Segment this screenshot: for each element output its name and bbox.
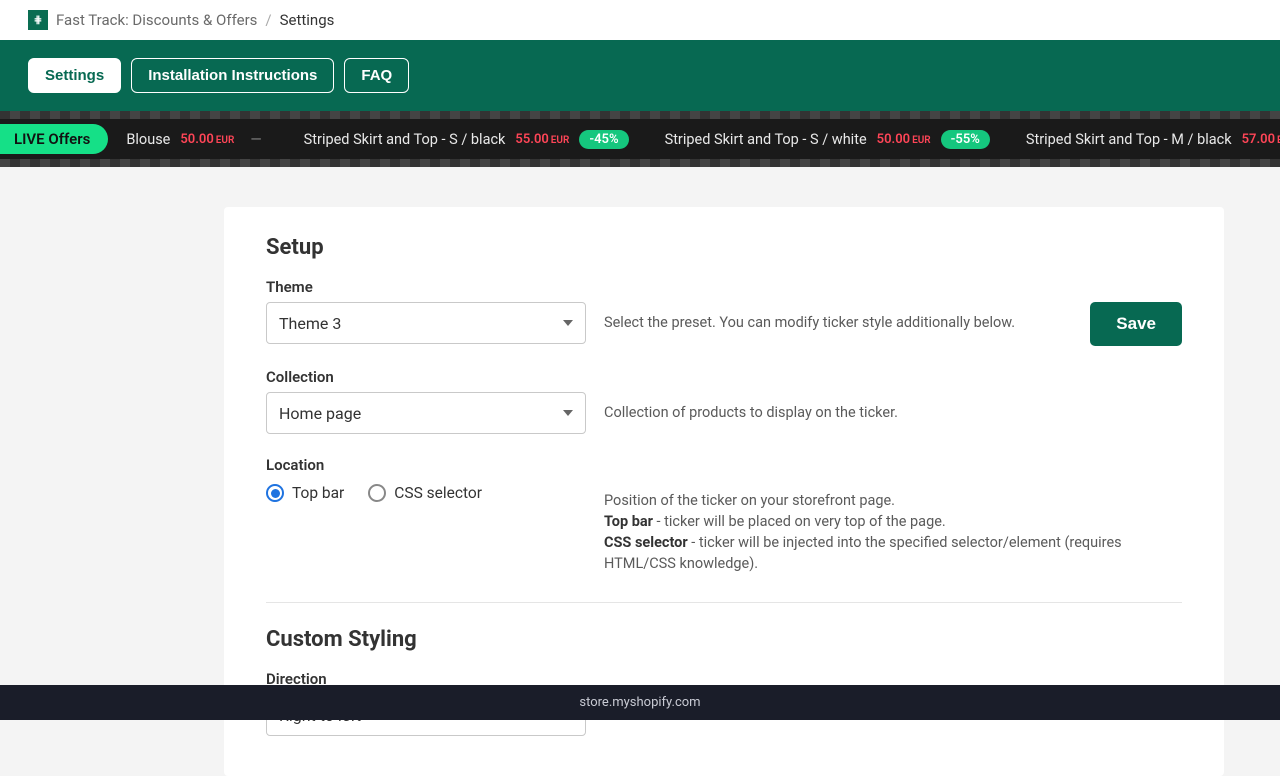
app-icon: ⋕: [28, 10, 48, 30]
ticker-item-price: 50.00EUR: [877, 132, 931, 147]
location-hint: Position of the ticker on your storefron…: [604, 480, 1164, 574]
radio-icon: [368, 484, 386, 502]
ticker-item-name: Striped Skirt and Top - S / white: [665, 131, 867, 148]
ticker-item: Blouse 50.00EUR —: [108, 131, 285, 148]
ticker-item-name: Striped Skirt and Top - M / black: [1026, 131, 1232, 148]
theme-select[interactable]: Theme 3: [266, 302, 586, 344]
collection-select[interactable]: Home page: [266, 392, 586, 434]
ticker-preview: LIVE Offers Blouse 50.00EUR — Striped Sk…: [0, 111, 1280, 167]
breadcrumb-separator: /: [265, 11, 271, 29]
ticker-item-name: Blouse: [126, 131, 170, 148]
ticker-item-price: 57.00EUR: [1242, 132, 1280, 147]
ticker-separator: —: [244, 131, 267, 148]
location-radio-topbar[interactable]: Top bar: [266, 484, 344, 502]
ticker-item: Striped Skirt and Top - S / black 55.00E…: [286, 130, 647, 149]
ticker-strip: LIVE Offers Blouse 50.00EUR — Striped Sk…: [0, 119, 1280, 159]
ticker-item-price: 55.00EUR: [515, 132, 569, 147]
footer: store.myshopify.com: [0, 685, 1280, 720]
ticker-item: Striped Skirt and Top - M / black 57.00E…: [1008, 130, 1280, 149]
live-offers-badge: LIVE Offers: [0, 124, 108, 154]
tab-faq[interactable]: FAQ: [344, 58, 409, 93]
tab-installation[interactable]: Installation Instructions: [131, 58, 334, 93]
footer-domain: store.myshopify.com: [579, 695, 700, 710]
save-button[interactable]: Save: [1090, 302, 1182, 346]
radio-icon: [266, 484, 284, 502]
breadcrumb-current: Settings: [280, 11, 335, 29]
ticker-item-discount: -45%: [579, 130, 628, 149]
theme-select-value: Theme 3: [279, 314, 341, 333]
ticker-item-price: 50.00EUR: [180, 132, 234, 147]
collection-label: Collection: [266, 368, 1182, 386]
location-label: Location: [266, 456, 1182, 474]
collection-select-value: Home page: [279, 404, 361, 423]
collection-hint: Collection of products to display on the…: [604, 392, 1164, 423]
nav-tabs: Settings Installation Instructions FAQ: [0, 40, 1280, 111]
section-setup-title: Setup: [266, 235, 1182, 260]
tab-settings[interactable]: Settings: [28, 58, 121, 93]
ticker-item-name: Striped Skirt and Top - S / black: [304, 131, 506, 148]
theme-hint: Select the preset. You can modify ticker…: [604, 302, 1072, 333]
breadcrumb-app[interactable]: Fast Track: Discounts & Offers: [56, 11, 257, 29]
location-radio-css[interactable]: CSS selector: [368, 484, 482, 502]
theme-label: Theme: [266, 278, 1182, 296]
chevron-down-icon: [563, 320, 573, 326]
ticker-item: Striped Skirt and Top - S / white 50.00E…: [647, 130, 1008, 149]
section-styling-title: Custom Styling: [266, 627, 1182, 652]
location-radio-css-label: CSS selector: [394, 484, 482, 502]
location-radio-topbar-label: Top bar: [292, 484, 344, 502]
chevron-down-icon: [563, 410, 573, 416]
ticker-item-discount: -55%: [941, 130, 990, 149]
breadcrumb: ⋕ Fast Track: Discounts & Offers / Setti…: [0, 0, 1280, 40]
divider: [266, 602, 1182, 603]
